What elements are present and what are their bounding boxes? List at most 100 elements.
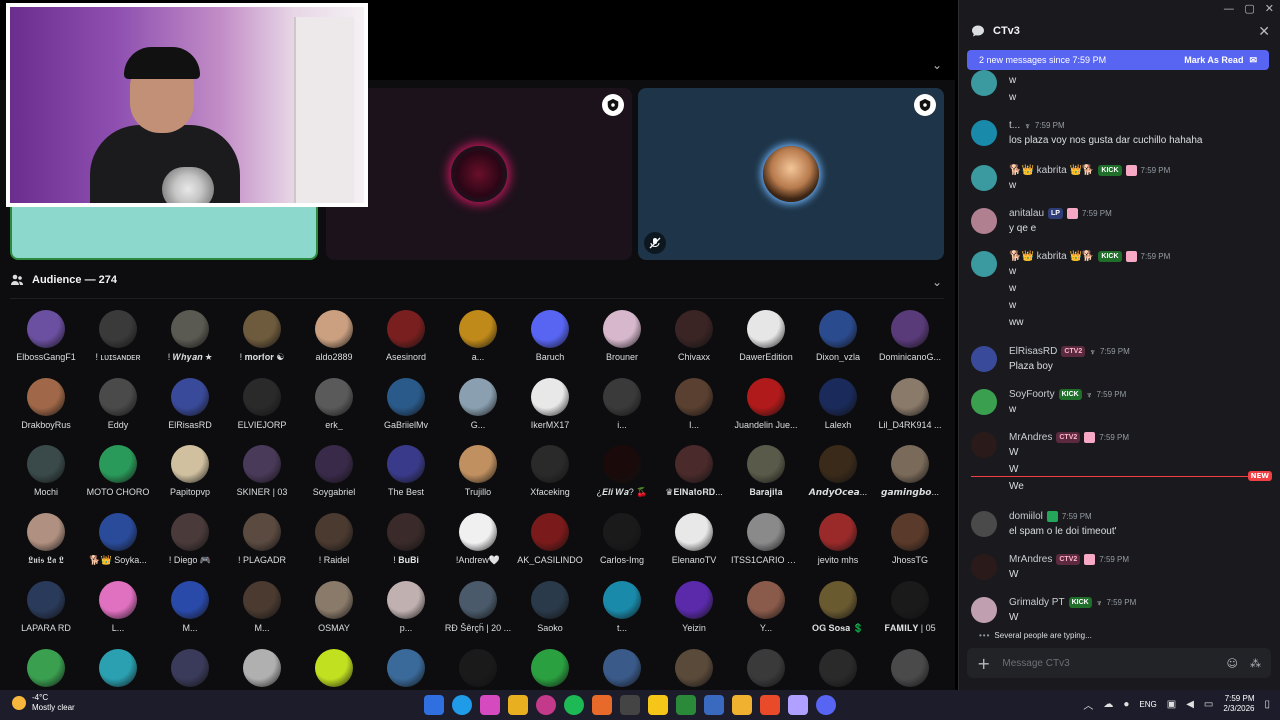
- audience-member[interactable]: Xfaceking: [514, 445, 586, 498]
- audience-member[interactable]: The Best: [370, 445, 442, 498]
- start-button-icon[interactable]: [424, 695, 444, 715]
- username[interactable]: 🐕👑 kabrita 👑🐕: [1009, 251, 1094, 262]
- audience-member[interactable]: ElRisasRD: [154, 378, 226, 430]
- audience-member[interactable]: 𝐅𝐀𝐌𝐈𝐋𝐘 | 05: [874, 581, 946, 634]
- audience-member[interactable]: M...: [226, 581, 298, 634]
- audience-member[interactable]: MOTO CHORO: [82, 445, 154, 498]
- onedrive-icon[interactable]: ☁: [1103, 699, 1113, 710]
- audience-member[interactable]: 𝘼𝙣𝙙𝙮𝙊𝙘𝙚𝙖...: [802, 445, 874, 498]
- audience-collapse-chevron-icon[interactable]: ⌄: [932, 275, 942, 289]
- audience-member[interactable]: Mochi: [10, 445, 82, 498]
- opera-icon[interactable]: [536, 695, 556, 715]
- audience-member[interactable]: ...: [226, 649, 298, 690]
- avatar[interactable]: [971, 165, 997, 191]
- audience-member[interactable]: I...: [658, 378, 730, 430]
- audience-member[interactable]: 𝕷𝖚𝖎𝖘 𝕷𝖆 𝕷: [10, 513, 82, 566]
- audience-member[interactable]: ...: [298, 649, 370, 690]
- message-list[interactable]: w w t... ♆ 7:59 PM los plaza voy nos gusta da…: [959, 70, 1279, 640]
- audience-member[interactable]: DrakboyRus: [10, 378, 82, 430]
- audience-member[interactable]: Juandelin Jue...: [730, 378, 802, 430]
- network-icon[interactable]: ▣: [1167, 699, 1176, 710]
- audience-member[interactable]: Yeizin: [658, 581, 730, 634]
- audience-member[interactable]: GaBriielMv: [370, 378, 442, 430]
- audience-member[interactable]: t...: [586, 581, 658, 634]
- audience-member[interactable]: ...: [82, 649, 154, 690]
- audience-member[interactable]: ...: [370, 649, 442, 690]
- username[interactable]: MrAndres: [1009, 432, 1052, 443]
- message-input[interactable]: [1002, 657, 1215, 669]
- notifications-icon[interactable]: ▯: [1264, 699, 1270, 710]
- avatar[interactable]: [971, 554, 997, 580]
- speaker-tile-3[interactable]: [638, 88, 944, 260]
- avatar[interactable]: [971, 511, 997, 537]
- username[interactable]: 🐕👑 kabrita 👑🐕: [1009, 165, 1094, 176]
- username[interactable]: domiilol: [1009, 511, 1043, 522]
- app-icon[interactable]: [704, 695, 724, 715]
- avatar[interactable]: [971, 346, 997, 372]
- audience-member[interactable]: DawerEdition: [730, 310, 802, 363]
- audience-member[interactable]: ♛𝐄𝐥𝐍𝐚𝐭𝐨𝐑𝐃...: [658, 445, 730, 498]
- app-icon[interactable]: [620, 695, 640, 715]
- avatar[interactable]: [971, 120, 997, 146]
- emoji-icon[interactable]: ☺: [1227, 657, 1238, 670]
- audience-member[interactable]: ITSS1CARIO O...: [730, 513, 802, 566]
- maximize-icon[interactable]: ▢: [1244, 2, 1254, 15]
- audience-member[interactable]: p...: [370, 581, 442, 634]
- audience-member[interactable]: Soygabriel: [298, 445, 370, 498]
- file-explorer-icon[interactable]: [508, 695, 528, 715]
- audience-member[interactable]: a...: [442, 310, 514, 363]
- audience-member[interactable]: RĐ Šêrçĥ | 20 ...: [442, 581, 514, 634]
- audience-member[interactable]: LAPARA RD: [10, 581, 82, 634]
- audience-member[interactable]: ! 𝐦𝐨𝐫𝐟𝐨𝐫 ☯: [226, 310, 298, 363]
- audience-member[interactable]: 𝙜𝙖𝙢𝙞𝙣𝙜𝙗𝙤...: [874, 445, 946, 498]
- audience-member[interactable]: M...: [154, 581, 226, 634]
- language-indicator[interactable]: ENG: [1139, 700, 1156, 709]
- audience-member[interactable]: erk_: [298, 378, 370, 430]
- avatar[interactable]: [971, 597, 997, 623]
- audience-member[interactable]: AK_CASILINDO: [514, 513, 586, 566]
- avatar[interactable]: [971, 251, 997, 277]
- sticky-notes-icon[interactable]: [648, 695, 668, 715]
- audience-member[interactable]: ...: [586, 649, 658, 690]
- discord-icon[interactable]: [816, 695, 836, 715]
- audience-member[interactable]: ElbossGangF1: [10, 310, 82, 363]
- audience-member[interactable]: Asesinord: [370, 310, 442, 363]
- avatar[interactable]: [971, 389, 997, 415]
- audience-member[interactable]: Dixon_vzla: [802, 310, 874, 363]
- audience-member[interactable]: Carlos-Img: [586, 513, 658, 566]
- username[interactable]: t...: [1009, 120, 1020, 131]
- chat-close-icon[interactable]: ✕: [1258, 24, 1270, 40]
- audience-member[interactable]: Eddy: [82, 378, 154, 430]
- username[interactable]: ElRisasRD: [1009, 346, 1057, 357]
- audience-member[interactable]: ! Raidel: [298, 513, 370, 566]
- audience-member[interactable]: Baruch: [514, 310, 586, 363]
- audience-member[interactable]: Chivaxx: [658, 310, 730, 363]
- audience-member[interactable]: ELVIEJORP: [226, 378, 298, 430]
- app-icon[interactable]: [592, 695, 612, 715]
- audience-member[interactable]: ...: [658, 649, 730, 690]
- minimize-icon[interactable]: —: [1223, 2, 1234, 15]
- battery-icon[interactable]: ▭: [1204, 699, 1213, 710]
- stage-collapse-chevron-icon[interactable]: ⌄: [932, 58, 942, 72]
- audience-member[interactable]: OSMAY: [298, 581, 370, 634]
- audience-member[interactable]: !Andrew🤍: [442, 513, 514, 566]
- mark-as-read-button[interactable]: Mark As Read ✉: [1184, 55, 1257, 66]
- avatar[interactable]: [971, 432, 997, 458]
- app-icon[interactable]: [676, 695, 696, 715]
- audience-member[interactable]: 𝐁𝐚𝐫𝐚𝐣𝐢𝐭𝐚: [730, 445, 802, 498]
- spotify-icon[interactable]: [564, 695, 584, 715]
- tray-app-icon[interactable]: ●: [1123, 699, 1129, 710]
- audience-member[interactable]: ...: [514, 649, 586, 690]
- attach-plus-icon[interactable]: +: [977, 654, 990, 673]
- speaker-tile-2[interactable]: [326, 88, 632, 260]
- new-messages-banner[interactable]: 2 new messages since 7:59 PM Mark As Rea…: [967, 50, 1269, 70]
- volume-icon[interactable]: ◀: [1186, 699, 1194, 710]
- audience-member[interactable]: i...: [586, 378, 658, 430]
- audience-member[interactable]: L...: [82, 581, 154, 634]
- app-icon[interactable]: [788, 695, 808, 715]
- app-icon[interactable]: [732, 695, 752, 715]
- audience-member[interactable]: Lalexh: [802, 378, 874, 430]
- audience-member[interactable]: ! Diego 🎮: [154, 513, 226, 566]
- username[interactable]: anitalau: [1009, 208, 1044, 219]
- audience-member[interactable]: ! PLAGADR: [226, 513, 298, 566]
